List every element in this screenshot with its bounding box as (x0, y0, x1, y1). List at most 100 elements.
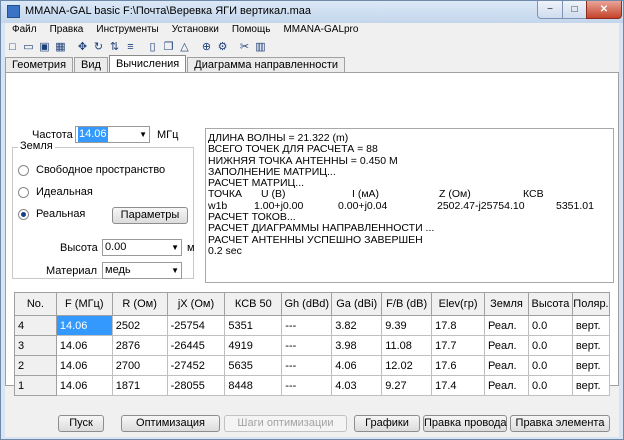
table-cell[interactable]: 14.06 (55, 315, 113, 336)
table-cell[interactable]: -25754 (166, 315, 226, 336)
menu-help[interactable]: Помощь (225, 23, 277, 37)
table-cell[interactable]: верт. (571, 355, 611, 376)
menu-file[interactable]: Файл (5, 23, 43, 37)
col-header-no[interactable]: No. (14, 292, 57, 316)
col-header-ga[interactable]: Ga (dBi) (331, 292, 383, 316)
flip-icon[interactable]: ⇅ (107, 39, 122, 54)
col-header-r[interactable]: R (Ом) (111, 292, 168, 316)
table-cell[interactable]: 17.6 (431, 355, 486, 376)
save-all-icon[interactable]: ▦ (53, 39, 68, 54)
table-cell[interactable]: --- (281, 335, 333, 356)
table-cell[interactable]: 17.7 (431, 335, 486, 356)
minimize-button[interactable]: − (537, 1, 563, 19)
target-icon[interactable]: ⊕ (199, 39, 214, 54)
table-cell[interactable]: 17.4 (431, 375, 486, 396)
table-cell[interactable]: 5635 (224, 355, 283, 376)
table-cell[interactable]: 0.0 (527, 355, 573, 376)
chevron-down-icon[interactable]: ▼ (171, 240, 179, 255)
radio-real[interactable] (18, 208, 29, 220)
col-header-swr[interactable]: КСВ 50 (224, 292, 283, 316)
table-cell[interactable]: 9.39 (381, 315, 433, 336)
col-header-elev[interactable]: Elev(гр) (431, 292, 486, 316)
table-cell[interactable]: верт. (571, 315, 611, 336)
ground-free-space-option[interactable]: Свободное пространство (18, 164, 165, 176)
table-cell[interactable]: 0.0 (527, 375, 573, 396)
table-cell[interactable]: 1871 (111, 375, 168, 396)
material-select[interactable]: медь ▼ (102, 262, 182, 279)
table-cell[interactable]: 9.27 (381, 375, 433, 396)
menu-tools[interactable]: Инструменты (89, 23, 164, 37)
graphs-button[interactable]: Графики (354, 415, 420, 432)
move-icon[interactable]: ✥ (75, 39, 90, 54)
menu-settings[interactable]: Установки (165, 23, 225, 37)
table-cell[interactable]: Реал. (484, 315, 529, 336)
tab-calculations[interactable]: Вычисления (108, 55, 187, 72)
menu-edit[interactable]: Правка (43, 23, 90, 37)
table-cell[interactable]: верт. (571, 335, 611, 356)
edit-wire-button[interactable]: Правка провода (423, 415, 507, 432)
col-header-polar[interactable]: Поляр. (571, 292, 611, 316)
table-cell[interactable]: 1 (14, 375, 57, 396)
table-row[interactable]: 2 14.06 2700 -27452 5635 --- 4.06 12.02 … (14, 355, 611, 376)
ground-perfect-option[interactable]: Идеальная (18, 186, 93, 198)
table-cell[interactable]: 17.8 (431, 315, 486, 336)
document-icon[interactable]: ▯ (145, 39, 160, 54)
height-input[interactable]: 0.00 ▼ (102, 239, 182, 256)
table-cell[interactable]: -26445 (166, 335, 226, 356)
triangle-icon[interactable]: △ (177, 39, 192, 54)
chevron-down-icon[interactable]: ▼ (171, 263, 179, 278)
chevron-down-icon[interactable]: ▼ (139, 127, 147, 142)
table-cell[interactable]: 8448 (224, 375, 283, 396)
table-cell[interactable]: 0.0 (527, 335, 573, 356)
table-cell[interactable]: 12.02 (381, 355, 433, 376)
radio-free-space[interactable] (18, 164, 29, 176)
rotate-icon[interactable]: ↻ (91, 39, 106, 54)
col-header-height[interactable]: Высота (527, 292, 573, 316)
start-button[interactable]: Пуск (58, 415, 104, 432)
table-cell[interactable]: --- (281, 375, 333, 396)
col-header-gh[interactable]: Gh (dBd) (281, 292, 333, 316)
results-log[interactable]: ДЛИНА ВОЛНЫ = 21.322 (m) ВСЕГО ТОЧЕК ДЛЯ… (205, 128, 614, 283)
copy-icon[interactable]: ❐ (161, 39, 176, 54)
tab-geometry[interactable]: Геометрия (5, 57, 74, 72)
table-cell[interactable]: Реал. (484, 375, 529, 396)
edit-element-button[interactable]: Правка элемента (510, 415, 610, 432)
table-cell[interactable]: --- (281, 355, 333, 376)
save-icon[interactable]: ▣ (37, 39, 52, 54)
col-header-jx[interactable]: jX (Ом) (166, 292, 226, 316)
calculator-icon[interactable]: ▥ (253, 39, 268, 54)
table-cell[interactable]: -27452 (166, 355, 226, 376)
table-row[interactable]: 1 14.06 1871 -28055 8448 --- 4.03 9.27 1… (14, 375, 611, 396)
table-cell[interactable]: 4.03 (331, 375, 383, 396)
table-cell[interactable]: 14.06 (55, 375, 113, 396)
table-cell[interactable]: 2502 (111, 315, 168, 336)
table-cell[interactable]: 4919 (224, 335, 283, 356)
tab-view[interactable]: Вид (74, 57, 108, 72)
col-header-fb[interactable]: F/B (dB) (381, 292, 433, 316)
col-header-freq[interactable]: F (МГц) (55, 292, 113, 316)
optimize-button[interactable]: Оптимизация (121, 415, 220, 432)
new-file-icon[interactable]: □ (5, 39, 20, 54)
maximize-button[interactable]: □ (562, 1, 587, 19)
gear-icon[interactable]: ⚙ (215, 39, 230, 54)
ground-real-option[interactable]: Реальная (18, 208, 85, 220)
frequency-input[interactable]: 14.06 ▼ (75, 126, 150, 143)
title-bar[interactable]: MMANA-GAL basic F:\Почта\Веревка ЯГИ вер… (1, 1, 623, 23)
table-cell[interactable]: 14.06 (55, 335, 113, 356)
ground-params-button[interactable]: Параметры (112, 207, 188, 224)
table-cell[interactable]: 0.0 (527, 315, 573, 336)
table-cell[interactable]: 14.06 (55, 355, 113, 376)
table-cell[interactable]: -28055 (166, 375, 226, 396)
table-cell[interactable]: 5351 (224, 315, 283, 336)
table-cell[interactable]: --- (281, 315, 333, 336)
table-cell[interactable]: 2876 (111, 335, 168, 356)
tools-icon[interactable]: ✂ (237, 39, 252, 54)
open-file-icon[interactable]: ▭ (21, 39, 36, 54)
table-row[interactable]: 3 14.06 2876 -26445 4919 --- 3.98 11.08 … (14, 335, 611, 356)
table-cell[interactable]: 11.08 (381, 335, 433, 356)
table-cell[interactable]: 2700 (111, 355, 168, 376)
table-row[interactable]: 4 14.06 2502 -25754 5351 --- 3.82 9.39 1… (14, 315, 611, 336)
table-cell[interactable]: 3 (14, 335, 57, 356)
table-cell[interactable]: Реал. (484, 335, 529, 356)
table-cell[interactable]: 3.82 (331, 315, 383, 336)
